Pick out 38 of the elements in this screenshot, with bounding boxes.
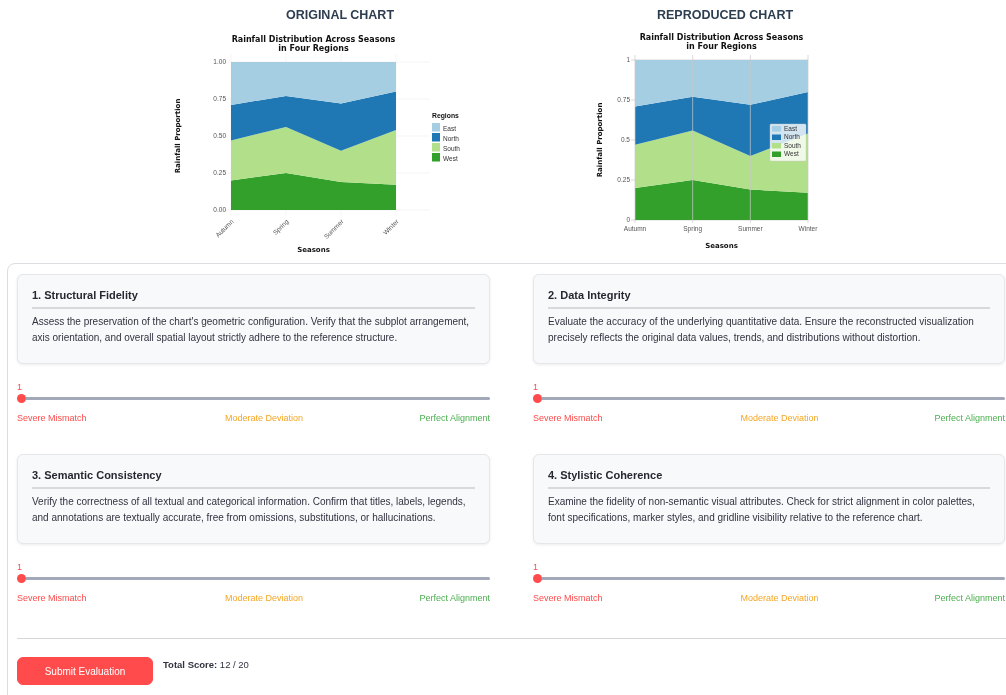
scale-label: Perfect Alignment bbox=[419, 593, 490, 603]
chart-heading: ORIGINAL CHART bbox=[285, 7, 395, 24]
slider-value: 1 bbox=[533, 562, 538, 572]
slider-value: 1 bbox=[17, 562, 22, 572]
scale-label: Severe Mismatch bbox=[533, 593, 603, 603]
criterion-description: Assess the preservation of the chart's geometric configuration. Verify that the subplot arrangement, axis orientation, and overall spatial layout strictly adhere to the reference structure. bbox=[32, 315, 471, 345]
scale-label: Moderate Deviation bbox=[224, 593, 303, 603]
chart-title: Rainfall Distribution Across Seasons in Four Regions bbox=[639, 33, 804, 52]
criterion-description: Verify the correctness of all textual and categorical information. Confirm that titles, labels, legends, and annotations are textually accurate, free from omissions, substitutions, or hallucinations. bbox=[32, 495, 467, 525]
scale-label: Moderate Deviation bbox=[224, 413, 303, 423]
scale-label: Severe Mismatch bbox=[533, 413, 603, 423]
scale-label: Perfect Alignment bbox=[419, 413, 490, 423]
slider-track[interactable] bbox=[26, 397, 490, 400]
scale-label: Moderate Deviation bbox=[740, 593, 819, 603]
slider-thumb[interactable] bbox=[17, 394, 26, 403]
slider-thumb[interactable] bbox=[533, 574, 542, 583]
criterion-description: Evaluate the accuracy of the underlying quantitative data. Ensure the reconstructed visualization precisely reflects the original data values, trends, and distributions without distortion. bbox=[548, 315, 975, 345]
criterion-title: 4. Stylistic Coherence bbox=[548, 469, 990, 489]
slider-value: 1 bbox=[533, 382, 538, 392]
slider-track[interactable] bbox=[542, 397, 1005, 400]
chart-heading: REPRODUCED CHART bbox=[656, 7, 794, 24]
total-score: Total Score: 12 / 20 bbox=[163, 658, 249, 670]
criterion-description: Examine the fidelity of non-semantic visual attributes. Check for strict alignment in color palettes, font specifications, marker styles, and gridline visibility relative to the reference chart. bbox=[548, 495, 976, 525]
submit-button[interactable]: Submit Evaluation bbox=[17, 657, 153, 685]
slider-value: 1 bbox=[17, 382, 22, 392]
scale-label: Moderate Deviation bbox=[740, 413, 819, 423]
chart-title: Rainfall Distribution Across Seasons in Four Regions bbox=[231, 35, 396, 54]
criterion-title: 2. Data Integrity bbox=[548, 289, 990, 309]
scale-label: Severe Mismatch bbox=[17, 413, 87, 423]
slider-thumb[interactable] bbox=[17, 574, 26, 583]
criterion-title: 3. Semantic Consistency bbox=[32, 469, 475, 489]
scale-label: Severe Mismatch bbox=[17, 593, 87, 603]
slider-thumb[interactable] bbox=[533, 394, 542, 403]
criterion-title: 1. Structural Fidelity bbox=[32, 289, 475, 309]
slider-track[interactable] bbox=[542, 577, 1005, 580]
scale-label: Perfect Alignment bbox=[934, 413, 1005, 423]
slider-track[interactable] bbox=[26, 577, 490, 580]
scale-label: Perfect Alignment bbox=[934, 593, 1005, 603]
